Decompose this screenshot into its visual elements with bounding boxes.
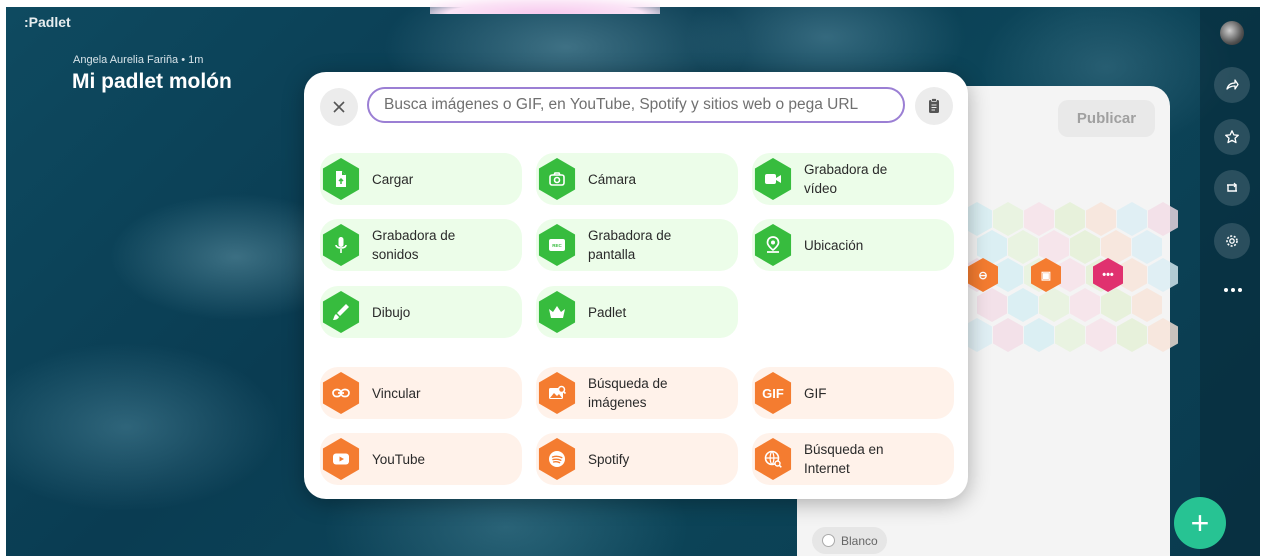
attachment-picker-modal: Cargar Cámara Grabadora de vídeo Grabado… — [304, 72, 968, 499]
page-title: Mi padlet molón — [72, 70, 232, 93]
remake-button[interactable] — [1214, 170, 1250, 206]
screen-recorder-icon: REC — [538, 224, 576, 266]
option-label: GIF — [804, 385, 827, 401]
spotify-option[interactable]: Spotify — [536, 433, 738, 485]
option-label: Cámara — [588, 171, 637, 187]
star-icon — [1225, 130, 1239, 144]
video-recorder-option[interactable]: Grabadora de vídeo — [752, 153, 954, 205]
add-post-button[interactable]: + — [1174, 497, 1226, 549]
pink-glow-decoration — [430, 0, 660, 14]
publish-button[interactable]: Publicar — [1058, 100, 1155, 137]
option-label: Grabadora de pantalla — [588, 228, 672, 262]
option-label: Padlet — [588, 304, 627, 320]
padlet-icon — [538, 291, 576, 333]
youtube-icon — [322, 438, 360, 480]
gear-icon — [1226, 235, 1238, 247]
upload-option[interactable]: Cargar — [320, 153, 522, 205]
gif-icon: GIF — [754, 372, 792, 414]
close-button[interactable] — [320, 88, 358, 126]
paste-button[interactable] — [915, 87, 953, 125]
option-label: Vincular — [372, 385, 421, 401]
padlet-logo[interactable]: :Padlet — [24, 14, 71, 30]
option-label: Grabadora de vídeo — [804, 162, 888, 196]
author-line: Angela Aurelia Fariña • 1m — [73, 54, 204, 66]
option-label: Búsqueda de imágenes — [588, 376, 668, 410]
youtube-option[interactable]: YouTube — [320, 433, 522, 485]
clipboard-icon — [929, 98, 939, 113]
web-search-option[interactable]: Búsqueda en Internet — [752, 433, 954, 485]
sound-recorder-option[interactable]: Grabadora de sonidos — [320, 219, 522, 271]
option-label: Cargar — [372, 171, 414, 187]
gif-option[interactable]: GIF GIF — [752, 367, 954, 419]
option-label: Búsqueda en Internet — [804, 442, 884, 476]
location-option[interactable]: Ubicación — [752, 219, 954, 271]
avatar[interactable] — [1220, 21, 1244, 45]
close-icon — [333, 101, 345, 113]
screen-recorder-option[interactable]: REC Grabadora de pantalla — [536, 219, 738, 271]
camera-option[interactable]: Cámara — [536, 153, 738, 205]
web-search-icon — [754, 438, 792, 480]
option-label: Dibujo — [372, 304, 411, 320]
option-label: Grabadora de sonidos — [372, 228, 456, 262]
color-swatch-icon — [822, 534, 835, 547]
share-button[interactable] — [1214, 67, 1250, 103]
option-label: Ubicación — [804, 237, 864, 253]
option-label: Spotify — [588, 451, 630, 467]
more-options-icon[interactable] — [1220, 283, 1246, 297]
microphone-icon — [322, 224, 360, 266]
drawing-option[interactable]: Dibujo — [320, 286, 522, 338]
image-search-option[interactable]: Búsqueda de imágenes — [536, 367, 738, 419]
search-input[interactable] — [367, 87, 905, 123]
share-arrow-icon — [1226, 79, 1239, 90]
link-icon — [322, 372, 360, 414]
padlet-option[interactable]: Padlet — [536, 286, 738, 338]
svg-text:REC: REC — [552, 243, 562, 248]
location-pin-icon — [754, 224, 792, 266]
brush-icon — [322, 291, 360, 333]
upload-file-icon — [322, 158, 360, 200]
option-label: YouTube — [372, 451, 426, 467]
color-picker-button[interactable]: Blanco — [812, 527, 887, 554]
spotify-icon — [538, 438, 576, 480]
color-label: Blanco — [841, 533, 878, 548]
video-camera-icon — [754, 158, 792, 200]
image-search-icon — [538, 372, 576, 414]
link-option[interactable]: Vincular — [320, 367, 522, 419]
star-button[interactable] — [1214, 119, 1250, 155]
camera-icon — [538, 158, 576, 200]
remake-icon — [1227, 182, 1237, 192]
settings-button[interactable] — [1214, 223, 1250, 259]
